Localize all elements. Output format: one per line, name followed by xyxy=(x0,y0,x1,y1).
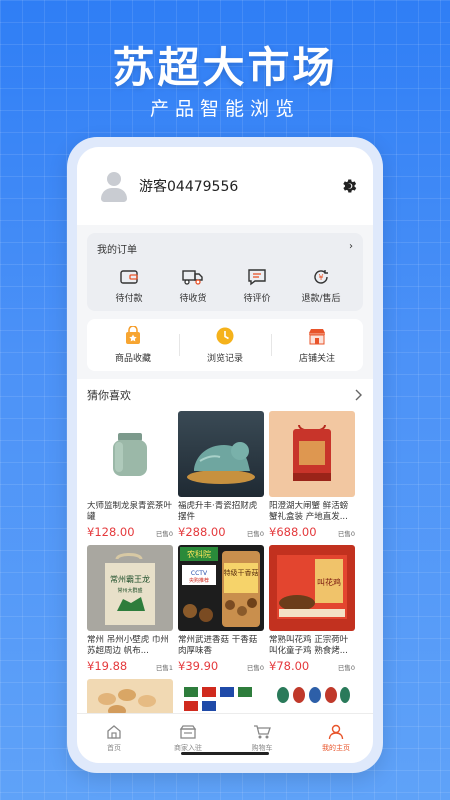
hero-subtitle: 产品智能浏览 xyxy=(149,98,300,120)
quick-links: 商品收藏 浏览记录 店铺关注 xyxy=(87,319,363,371)
gear-icon[interactable] xyxy=(339,176,359,196)
app-screen: 游客04479556 我的订单 › 待付款 待收货 待评价 ¥ 退款/售后 商品… xyxy=(77,147,373,763)
tab-home[interactable]: 首页 xyxy=(77,714,151,763)
profile-header: 游客04479556 xyxy=(77,147,373,225)
followed-shops-link[interactable]: 店铺关注 xyxy=(271,326,363,364)
product-image-text: 特级干香菇 xyxy=(224,568,259,577)
product-card[interactable]: 大师监制龙泉青瓷茶叶罐 ¥128.00 已售0 xyxy=(87,411,173,539)
username: 游客04479556 xyxy=(139,179,239,195)
phone-frame: 游客04479556 我的订单 › 待付款 待收货 待评价 ¥ 退款/售后 商品… xyxy=(67,137,383,773)
product-name: 阳澄湖大闸蟹 鲜活螃蟹礼盒装 产地直发... xyxy=(269,501,349,522)
order-pending-receipt[interactable]: 待收货 xyxy=(167,268,219,304)
quick-label: 店铺关注 xyxy=(298,354,335,364)
clock-icon xyxy=(216,327,234,345)
product-card[interactable]: 常州霸王龙 常州大群盛 常州 吊州小壁虎 巾州 苏超周边 帆布... ¥19.8… xyxy=(87,545,173,673)
store-icon xyxy=(179,725,197,739)
product-image-text: 常州大群盛 xyxy=(117,587,142,594)
home-icon xyxy=(107,725,121,739)
product-price: ¥19.88 xyxy=(87,659,128,673)
quick-label: 商品收藏 xyxy=(114,354,151,364)
tab-label: 首页 xyxy=(107,744,121,752)
product-card[interactable]: 福虎升丰·青瓷招财虎摆件 ¥288.00 已售0 xyxy=(178,411,264,539)
recommendations-title: 猜你喜欢 xyxy=(87,389,131,402)
tab-cart[interactable]: 购物车 xyxy=(225,714,299,763)
favorites-link[interactable]: 商品收藏 xyxy=(87,326,179,364)
tab-profile[interactable]: 我的主页 xyxy=(299,714,373,763)
product-name: 常州武进香菇 干香菇肉厚味香 xyxy=(178,635,258,656)
tab-bar: 首页 商家入驻 购物车 我的主页 xyxy=(77,713,373,763)
cart-icon xyxy=(254,725,271,739)
hero-title: 苏超大市场 xyxy=(112,43,338,92)
product-price: ¥39.90 xyxy=(178,659,219,673)
tab-merchant[interactable]: 商家入驻 xyxy=(151,714,225,763)
product-card[interactable]: 农科院 CCTV 央购推荐 特级干香菇 常州武进香菇 干香菇肉厚味香 ¥39.9… xyxy=(178,545,264,673)
recommendations: 猜你喜欢 大师监制龙泉青瓷茶叶罐 ¥128.00 已售0 福虎升丰·青瓷招财虎摆… xyxy=(77,379,373,719)
wallet-icon xyxy=(120,270,138,284)
product-image-text: 常州霸王龙 xyxy=(110,574,150,584)
product-image: 常州霸王龙 常州大群盛 xyxy=(87,545,173,631)
product-image xyxy=(87,411,173,497)
orders-title: 我的订单 xyxy=(97,245,137,256)
orders-panel: 我的订单 › 待付款 待收货 待评价 ¥ 退款/售后 xyxy=(87,233,363,311)
comment-icon xyxy=(248,269,266,286)
order-refund[interactable]: ¥ 退款/售后 xyxy=(295,268,347,304)
product-image-text: 叫花鸡 xyxy=(317,577,341,587)
chevron-right-icon[interactable]: › xyxy=(349,241,353,256)
truck-icon xyxy=(182,270,203,285)
product-image: 农科院 CCTV 央购推荐 特级干香菇 xyxy=(178,545,264,631)
shop-icon xyxy=(309,329,325,345)
quick-label: 浏览记录 xyxy=(206,354,243,364)
product-sold: 已售0 xyxy=(337,664,355,672)
product-image xyxy=(178,411,264,497)
order-pending-payment[interactable]: 待付款 xyxy=(103,268,155,304)
product-price: ¥288.00 xyxy=(178,525,226,539)
product-sold: 已售0 xyxy=(246,530,264,538)
product-sold: 已售0 xyxy=(337,530,355,538)
product-card[interactable]: 阳澄湖大闸蟹 鲜活螃蟹礼盒装 产地直发... ¥688.00 已售0 xyxy=(269,411,355,539)
product-name: 福虎升丰·青瓷招财虎摆件 xyxy=(178,501,258,522)
order-item-label: 待评价 xyxy=(243,294,271,304)
order-item-label: 退款/售后 xyxy=(301,294,341,304)
order-item-label: 待收货 xyxy=(179,294,207,304)
refund-icon: ¥ xyxy=(314,270,328,284)
order-pending-review[interactable]: 待评价 xyxy=(231,268,283,304)
product-name: 常州 吊州小壁虎 巾州 苏超周边 帆布... xyxy=(87,635,169,656)
person-icon xyxy=(328,724,344,740)
product-image-text: 央购推荐 xyxy=(189,577,209,584)
avatar[interactable] xyxy=(97,169,131,203)
svg-text:¥: ¥ xyxy=(318,273,323,282)
product-name: 大师监制龙泉青瓷茶叶罐 xyxy=(87,501,173,522)
order-item-label: 待付款 xyxy=(115,294,143,304)
product-image-text: 农科院 xyxy=(187,549,211,559)
product-image xyxy=(269,411,355,497)
product-image-text: CCTV xyxy=(191,570,208,577)
history-link[interactable]: 浏览记录 xyxy=(179,326,271,364)
star-bag-icon xyxy=(126,326,140,344)
product-card[interactable]: 叫花鸡 常熟叫花鸡 正宗荷叶叫化童子鸡 熟食烤... ¥78.00 已售0 xyxy=(269,545,355,673)
product-price: ¥78.00 xyxy=(269,659,310,673)
chevron-right-icon[interactable] xyxy=(353,389,363,401)
product-image: 叫花鸡 xyxy=(269,545,355,631)
product-sold: 已售0 xyxy=(155,530,173,538)
product-sold: 已售1 xyxy=(155,664,173,672)
tab-label: 我的主页 xyxy=(322,744,350,752)
product-sold: 已售0 xyxy=(246,664,264,672)
product-price: ¥688.00 xyxy=(269,525,317,539)
product-name: 常熟叫花鸡 正宗荷叶叫化童子鸡 熟食烤... xyxy=(269,635,349,656)
home-indicator xyxy=(181,752,269,755)
product-price: ¥128.00 xyxy=(87,525,135,539)
